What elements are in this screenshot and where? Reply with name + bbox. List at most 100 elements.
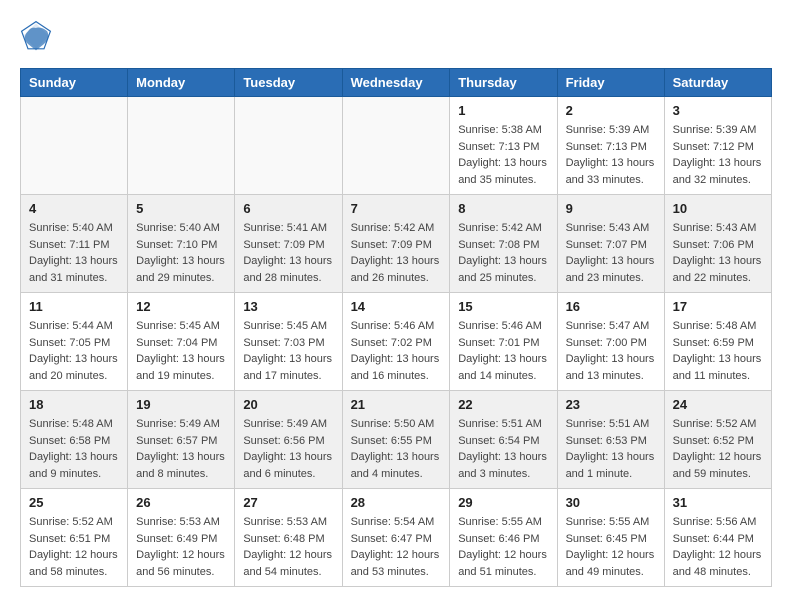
calendar-cell: 12 Sunrise: 5:45 AMSunset: 7:04 PMDayligh… xyxy=(128,293,235,391)
day-number: 19 xyxy=(136,397,226,412)
calendar-cell: 21 Sunrise: 5:50 AMSunset: 6:55 PMDayligh… xyxy=(342,391,450,489)
day-number: 21 xyxy=(351,397,442,412)
day-number: 18 xyxy=(29,397,119,412)
calendar-header-row: SundayMondayTuesdayWednesdayThursdayFrid… xyxy=(21,69,772,97)
calendar-cell: 5 Sunrise: 5:40 AMSunset: 7:10 PMDaylight… xyxy=(128,195,235,293)
weekday-header-monday: Monday xyxy=(128,69,235,97)
calendar-week-3: 11 Sunrise: 5:44 AMSunset: 7:05 PMDayligh… xyxy=(21,293,772,391)
day-info: Sunrise: 5:38 AMSunset: 7:13 PMDaylight:… xyxy=(458,122,548,188)
day-info: Sunrise: 5:49 AMSunset: 6:56 PMDaylight:… xyxy=(243,416,333,482)
calendar-cell: 1 Sunrise: 5:38 AMSunset: 7:13 PMDaylight… xyxy=(450,97,557,195)
day-number: 5 xyxy=(136,201,226,216)
logo-icon xyxy=(20,20,52,52)
day-number: 9 xyxy=(566,201,656,216)
day-info: Sunrise: 5:44 AMSunset: 7:05 PMDaylight:… xyxy=(29,318,119,384)
day-number: 16 xyxy=(566,299,656,314)
day-number: 17 xyxy=(673,299,763,314)
day-info: Sunrise: 5:41 AMSunset: 7:09 PMDaylight:… xyxy=(243,220,333,286)
day-info: Sunrise: 5:47 AMSunset: 7:00 PMDaylight:… xyxy=(566,318,656,384)
day-info: Sunrise: 5:50 AMSunset: 6:55 PMDaylight:… xyxy=(351,416,442,482)
day-number: 28 xyxy=(351,495,442,510)
day-info: Sunrise: 5:42 AMSunset: 7:08 PMDaylight:… xyxy=(458,220,548,286)
day-info: Sunrise: 5:49 AMSunset: 6:57 PMDaylight:… xyxy=(136,416,226,482)
day-info: Sunrise: 5:43 AMSunset: 7:07 PMDaylight:… xyxy=(566,220,656,286)
day-number: 25 xyxy=(29,495,119,510)
calendar-cell: 28 Sunrise: 5:54 AMSunset: 6:47 PMDayligh… xyxy=(342,489,450,587)
day-number: 2 xyxy=(566,103,656,118)
day-number: 22 xyxy=(458,397,548,412)
day-info: Sunrise: 5:45 AMSunset: 7:04 PMDaylight:… xyxy=(136,318,226,384)
day-number: 20 xyxy=(243,397,333,412)
weekday-header-thursday: Thursday xyxy=(450,69,557,97)
day-info: Sunrise: 5:53 AMSunset: 6:48 PMDaylight:… xyxy=(243,514,333,580)
day-info: Sunrise: 5:39 AMSunset: 7:13 PMDaylight:… xyxy=(566,122,656,188)
day-number: 4 xyxy=(29,201,119,216)
calendar-table: SundayMondayTuesdayWednesdayThursdayFrid… xyxy=(20,68,772,587)
day-number: 6 xyxy=(243,201,333,216)
day-info: Sunrise: 5:46 AMSunset: 7:02 PMDaylight:… xyxy=(351,318,442,384)
day-info: Sunrise: 5:55 AMSunset: 6:45 PMDaylight:… xyxy=(566,514,656,580)
day-number: 13 xyxy=(243,299,333,314)
day-number: 30 xyxy=(566,495,656,510)
day-number: 8 xyxy=(458,201,548,216)
day-number: 12 xyxy=(136,299,226,314)
calendar-cell: 16 Sunrise: 5:47 AMSunset: 7:00 PMDayligh… xyxy=(557,293,664,391)
day-info: Sunrise: 5:39 AMSunset: 7:12 PMDaylight:… xyxy=(673,122,763,188)
day-number: 1 xyxy=(458,103,548,118)
weekday-header-sunday: Sunday xyxy=(21,69,128,97)
calendar-cell: 18 Sunrise: 5:48 AMSunset: 6:58 PMDayligh… xyxy=(21,391,128,489)
calendar-cell: 25Sunrise: 5:52 AMSunset: 6:51 PMDayligh… xyxy=(21,489,128,587)
calendar-cell: 11 Sunrise: 5:44 AMSunset: 7:05 PMDayligh… xyxy=(21,293,128,391)
day-number: 11 xyxy=(29,299,119,314)
day-info: Sunrise: 5:51 AMSunset: 6:53 PMDaylight:… xyxy=(566,416,656,482)
calendar-week-2: 4 Sunrise: 5:40 AMSunset: 7:11 PMDaylight… xyxy=(21,195,772,293)
day-number: 14 xyxy=(351,299,442,314)
calendar-cell: 9 Sunrise: 5:43 AMSunset: 7:07 PMDaylight… xyxy=(557,195,664,293)
day-info: Sunrise: 5:42 AMSunset: 7:09 PMDaylight:… xyxy=(351,220,442,286)
day-info: Sunrise: 5:53 AMSunset: 6:49 PMDaylight:… xyxy=(136,514,226,580)
calendar-cell xyxy=(128,97,235,195)
calendar-cell: 20 Sunrise: 5:49 AMSunset: 6:56 PMDayligh… xyxy=(235,391,342,489)
day-number: 3 xyxy=(673,103,763,118)
calendar-cell: 7Sunrise: 5:42 AMSunset: 7:09 PMDaylight… xyxy=(342,195,450,293)
day-number: 29 xyxy=(458,495,548,510)
calendar-cell xyxy=(342,97,450,195)
calendar-week-4: 18 Sunrise: 5:48 AMSunset: 6:58 PMDayligh… xyxy=(21,391,772,489)
calendar-cell: 15Sunrise: 5:46 AMSunset: 7:01 PMDayligh… xyxy=(450,293,557,391)
day-number: 23 xyxy=(566,397,656,412)
weekday-header-friday: Friday xyxy=(557,69,664,97)
weekday-header-tuesday: Tuesday xyxy=(235,69,342,97)
calendar-cell: 2 Sunrise: 5:39 AMSunset: 7:13 PMDaylight… xyxy=(557,97,664,195)
day-info: Sunrise: 5:55 AMSunset: 6:46 PMDaylight:… xyxy=(458,514,548,580)
day-info: Sunrise: 5:54 AMSunset: 6:47 PMDaylight:… xyxy=(351,514,442,580)
calendar-cell: 10Sunrise: 5:43 AMSunset: 7:06 PMDayligh… xyxy=(664,195,771,293)
weekday-header-saturday: Saturday xyxy=(664,69,771,97)
calendar-cell: 22 Sunrise: 5:51 AMSunset: 6:54 PMDayligh… xyxy=(450,391,557,489)
day-number: 10 xyxy=(673,201,763,216)
day-info: Sunrise: 5:52 AMSunset: 6:52 PMDaylight:… xyxy=(673,416,763,482)
calendar-week-5: 25Sunrise: 5:52 AMSunset: 6:51 PMDayligh… xyxy=(21,489,772,587)
calendar-cell: 26 Sunrise: 5:53 AMSunset: 6:49 PMDayligh… xyxy=(128,489,235,587)
day-info: Sunrise: 5:45 AMSunset: 7:03 PMDaylight:… xyxy=(243,318,333,384)
day-number: 27 xyxy=(243,495,333,510)
day-info: Sunrise: 5:48 AMSunset: 6:58 PMDaylight:… xyxy=(29,416,119,482)
day-number: 26 xyxy=(136,495,226,510)
day-info: Sunrise: 5:48 AMSunset: 6:59 PMDaylight:… xyxy=(673,318,763,384)
calendar-cell: 4 Sunrise: 5:40 AMSunset: 7:11 PMDaylight… xyxy=(21,195,128,293)
calendar-cell: 24Sunrise: 5:52 AMSunset: 6:52 PMDayligh… xyxy=(664,391,771,489)
calendar-cell xyxy=(235,97,342,195)
calendar-cell: 31Sunrise: 5:56 AMSunset: 6:44 PMDayligh… xyxy=(664,489,771,587)
day-info: Sunrise: 5:56 AMSunset: 6:44 PMDaylight:… xyxy=(673,514,763,580)
calendar-cell xyxy=(21,97,128,195)
day-info: Sunrise: 5:40 AMSunset: 7:11 PMDaylight:… xyxy=(29,220,119,286)
calendar-cell: 29 Sunrise: 5:55 AMSunset: 6:46 PMDayligh… xyxy=(450,489,557,587)
day-info: Sunrise: 5:51 AMSunset: 6:54 PMDaylight:… xyxy=(458,416,548,482)
calendar-cell: 13 Sunrise: 5:45 AMSunset: 7:03 PMDayligh… xyxy=(235,293,342,391)
page-header xyxy=(20,20,772,52)
calendar-cell: 27 Sunrise: 5:53 AMSunset: 6:48 PMDayligh… xyxy=(235,489,342,587)
calendar-week-1: 1 Sunrise: 5:38 AMSunset: 7:13 PMDaylight… xyxy=(21,97,772,195)
day-info: Sunrise: 5:46 AMSunset: 7:01 PMDaylight:… xyxy=(458,318,548,384)
day-info: Sunrise: 5:40 AMSunset: 7:10 PMDaylight:… xyxy=(136,220,226,286)
calendar-cell: 23 Sunrise: 5:51 AMSunset: 6:53 PMDayligh… xyxy=(557,391,664,489)
calendar-cell: 17 Sunrise: 5:48 AMSunset: 6:59 PMDayligh… xyxy=(664,293,771,391)
